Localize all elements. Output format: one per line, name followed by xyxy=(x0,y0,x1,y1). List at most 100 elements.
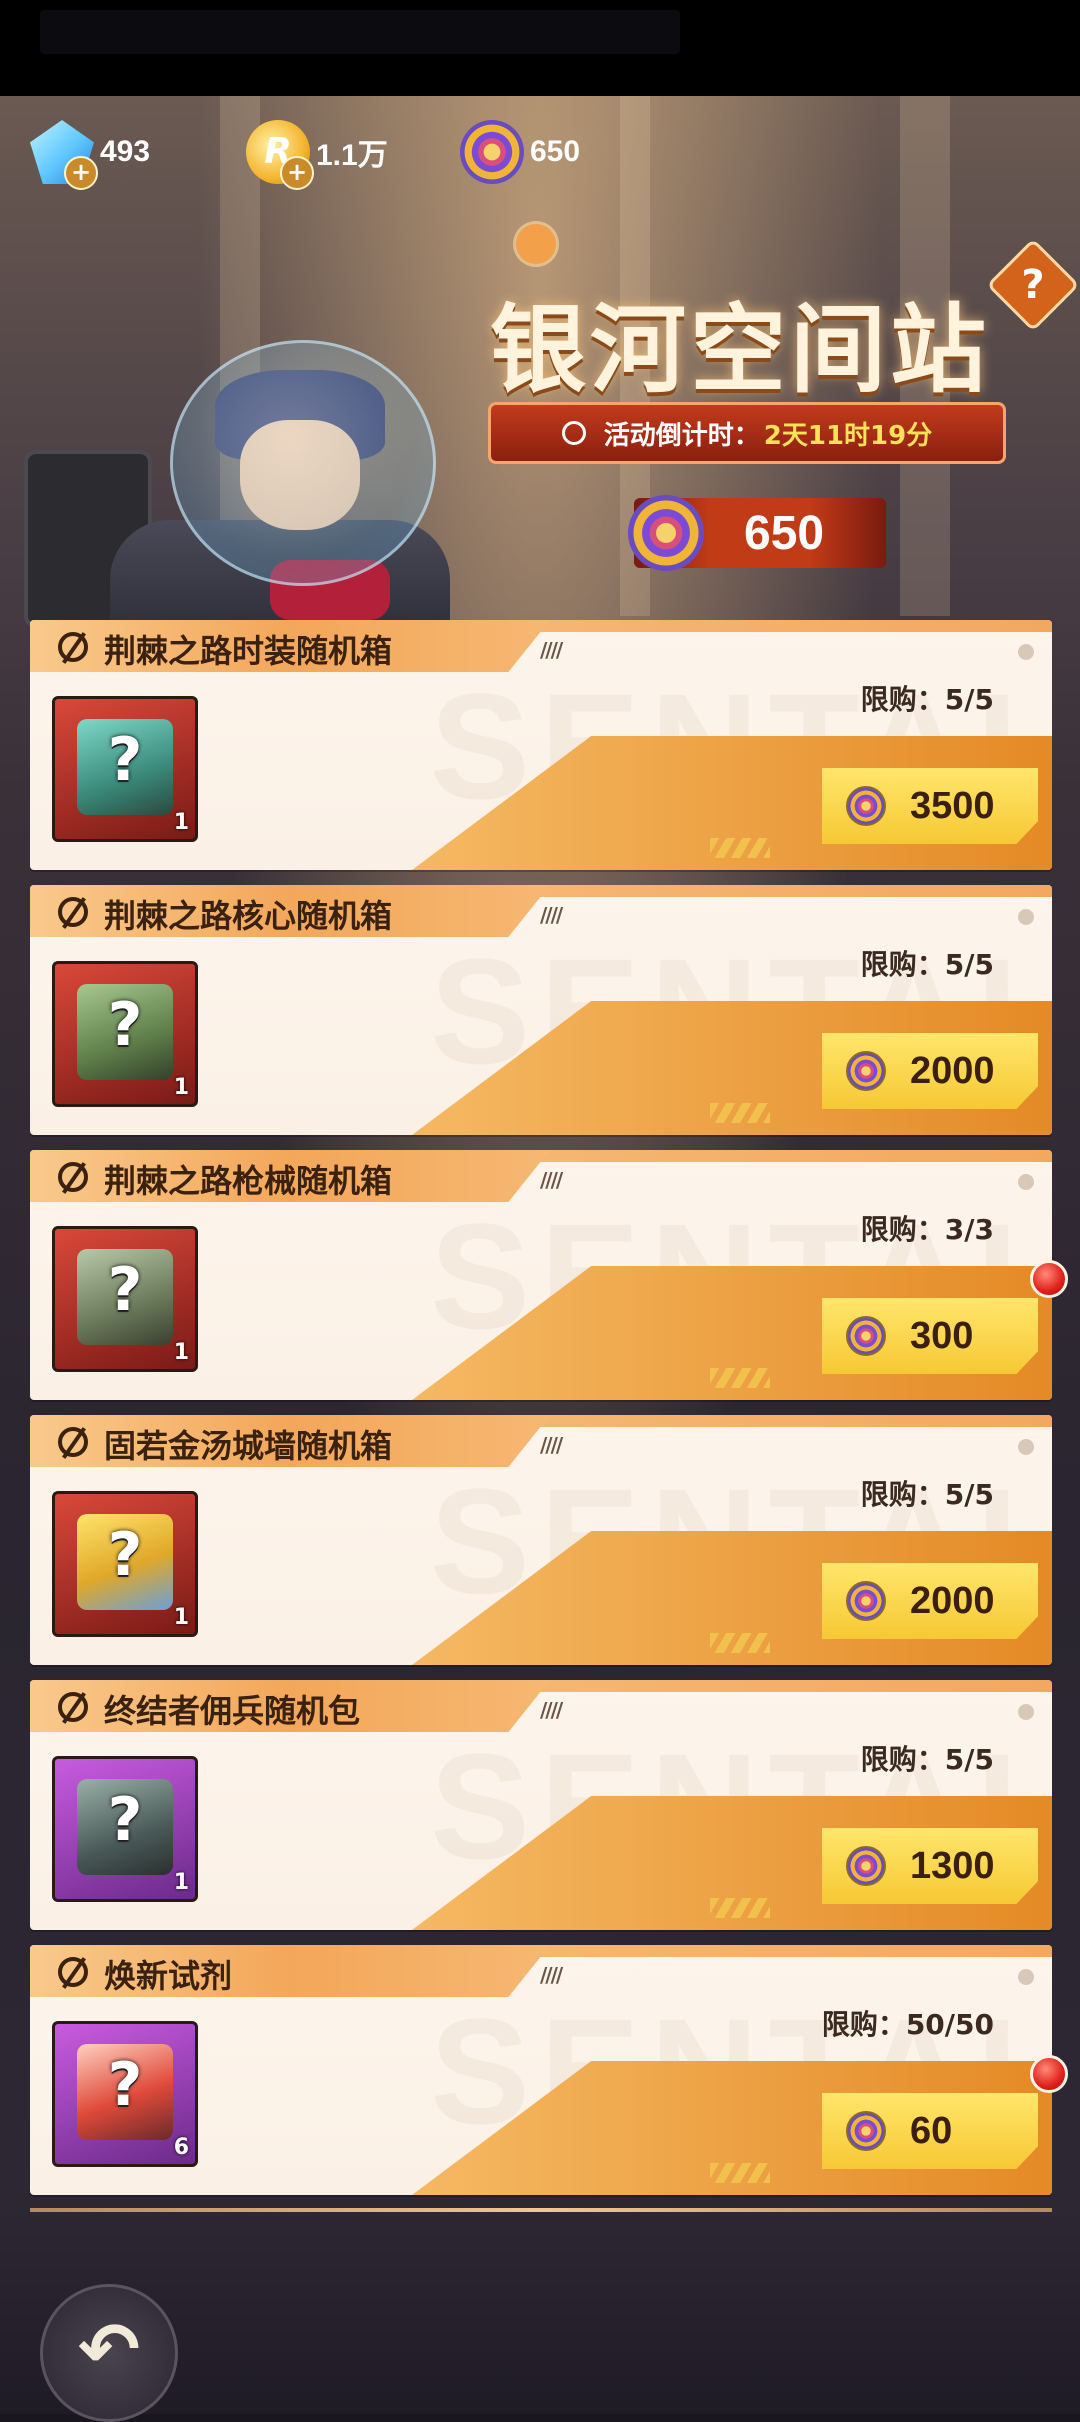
band-stripes xyxy=(710,1103,770,1123)
galaxy-token-icon xyxy=(460,120,524,184)
shop-item-card: SENTAUR 荆棘之路枪械随机箱 //// ? 1 限购：3/3 300 xyxy=(30,1150,1052,1400)
event-countdown: 活动倒计时： 2天11时19分 xyxy=(488,402,1006,464)
purchase-limit: 限购：5/5 xyxy=(860,1478,994,1511)
item-icon-frame[interactable]: ? 1 xyxy=(52,696,198,842)
header-hatch-decor: //// xyxy=(540,1963,563,1987)
item-icon-frame[interactable]: ? 6 xyxy=(52,2021,198,2167)
item-mystery-mark: ? xyxy=(107,1785,143,1855)
item-tag-icon xyxy=(58,1427,88,1457)
item-tag-icon xyxy=(58,632,88,662)
item-tag-icon xyxy=(58,1692,88,1722)
buy-button[interactable]: 2000 xyxy=(822,1033,1038,1109)
galaxy-token-icon xyxy=(846,1581,886,1621)
item-mystery-mark: ? xyxy=(107,1520,143,1590)
item-quantity: 1 xyxy=(173,1340,189,1365)
item-name: 荆棘之路时装随机箱 xyxy=(104,632,393,670)
item-price: 2000 xyxy=(910,1579,995,1622)
header-hatch-decor: //// xyxy=(540,1168,563,1192)
item-quantity: 1 xyxy=(173,1605,189,1630)
band-stripes xyxy=(710,2163,770,2183)
item-icon-frame[interactable]: ? 1 xyxy=(52,961,198,1107)
item-price: 1300 xyxy=(910,1844,995,1887)
add-diamond-icon[interactable]: + xyxy=(64,156,98,190)
token-balance: 650 xyxy=(628,495,886,571)
currency-r-coin[interactable]: R + 1.1万 xyxy=(246,120,388,190)
purchase-limit: 限购：50/50 xyxy=(821,2008,994,2041)
band-stripes xyxy=(710,1898,770,1918)
purchase-limit: 限购：5/5 xyxy=(860,948,994,981)
currency-bar-background xyxy=(40,10,680,54)
corner-screw-icon xyxy=(1018,1174,1034,1190)
item-price: 60 xyxy=(910,2109,953,2152)
header-hatch-decor: //// xyxy=(540,638,563,662)
item-mystery-mark: ? xyxy=(107,1255,143,1325)
item-icon-frame[interactable]: ? 1 xyxy=(52,1491,198,1637)
item-quantity: 6 xyxy=(173,2135,189,2160)
currency-diamond[interactable]: + 493 xyxy=(30,120,151,190)
item-price: 3500 xyxy=(910,784,995,827)
galaxy-token-icon xyxy=(846,1316,886,1356)
purchase-limit: 限购：5/5 xyxy=(860,683,994,716)
balance-amount: 650 xyxy=(744,506,825,560)
item-tag-icon xyxy=(58,1162,88,1192)
shop-item-card: SENTAUR 荆棘之路核心随机箱 //// ? 1 限购：5/5 2000 xyxy=(30,885,1052,1135)
buy-button[interactable]: 1300 xyxy=(822,1828,1038,1904)
galaxy-token-icon xyxy=(846,1051,886,1091)
shop-item-card: SENTAUR 荆棘之路时装随机箱 //// ? 1 限购：5/5 3500 xyxy=(30,620,1052,870)
shop-item-card: SENTAUR 终结者佣兵随机包 //// ? 1 限购：5/5 1300 xyxy=(30,1680,1052,1930)
purchase-limit: 限购：5/5 xyxy=(860,1743,994,1776)
item-name: 终结者佣兵随机包 xyxy=(104,1692,361,1730)
shop-item-card: SENTAUR 固若金汤城墙随机箱 //// ? 1 限购：5/5 2000 xyxy=(30,1415,1052,1665)
item-name: 荆棘之路枪械随机箱 xyxy=(104,1162,393,1200)
galaxy-token-icon xyxy=(846,1846,886,1886)
back-button[interactable]: ↶ xyxy=(40,2284,178,2422)
buy-button[interactable]: 3500 xyxy=(822,768,1038,844)
token-amount: 650 xyxy=(530,135,581,168)
item-tag-icon xyxy=(58,897,88,927)
back-arrow-icon: ↶ xyxy=(77,2307,140,2393)
band-stripes xyxy=(710,1633,770,1653)
diamond-amount: 493 xyxy=(100,135,151,168)
header-hatch-decor: //// xyxy=(540,1698,563,1722)
header-hatch-decor: //// xyxy=(540,903,563,927)
countdown-value: 2天11时19分 xyxy=(763,420,933,451)
item-tag-icon xyxy=(58,1957,88,1987)
purchase-limit: 限购：3/3 xyxy=(860,1213,994,1246)
buy-button[interactable]: 2000 xyxy=(822,1563,1038,1639)
header-hatch-decor: //// xyxy=(540,1433,563,1457)
r-coin-amount: 1.1万 xyxy=(316,139,388,172)
item-name: 焕新试剂 xyxy=(104,1957,233,1995)
question-mark-icon: ? xyxy=(1021,262,1045,308)
corner-screw-icon xyxy=(1018,909,1034,925)
corner-screw-icon xyxy=(1018,1969,1034,1985)
galaxy-token-icon xyxy=(846,786,886,826)
item-name: 荆棘之路核心随机箱 xyxy=(104,897,393,935)
corner-screw-icon xyxy=(1018,1439,1034,1455)
item-mystery-mark: ? xyxy=(107,990,143,1060)
shop-item-card: SENTAUR 焕新试剂 //// ? 6 限购：50/50 60 xyxy=(30,1945,1052,2195)
galaxy-token-icon xyxy=(846,2111,886,2151)
galaxy-token-icon xyxy=(628,495,704,571)
character-helmet xyxy=(170,340,436,586)
item-icon-frame[interactable]: ? 1 xyxy=(52,1226,198,1372)
clock-icon xyxy=(561,421,586,445)
buy-button[interactable]: 60 xyxy=(822,2093,1038,2169)
item-quantity: 1 xyxy=(173,810,189,835)
event-title: 银河空间站 xyxy=(490,294,990,406)
item-mystery-mark: ? xyxy=(107,725,143,795)
item-quantity: 1 xyxy=(173,1075,189,1100)
add-r-coin-icon[interactable]: + xyxy=(280,156,314,190)
corner-screw-icon xyxy=(1018,644,1034,660)
buy-button[interactable]: 300 xyxy=(822,1298,1038,1374)
currency-token: 650 xyxy=(460,120,580,184)
band-stripes xyxy=(710,1368,770,1388)
notification-red-dot xyxy=(1030,2055,1068,2093)
item-mystery-mark: ? xyxy=(107,2050,143,2120)
item-price: 2000 xyxy=(910,1049,995,1092)
item-icon-frame[interactable]: ? 1 xyxy=(52,1756,198,1902)
corner-screw-icon xyxy=(1018,1704,1034,1720)
notification-red-dot xyxy=(1030,1260,1068,1298)
item-price: 300 xyxy=(910,1314,974,1357)
item-quantity: 1 xyxy=(173,1870,189,1895)
planet-icon xyxy=(516,224,556,264)
